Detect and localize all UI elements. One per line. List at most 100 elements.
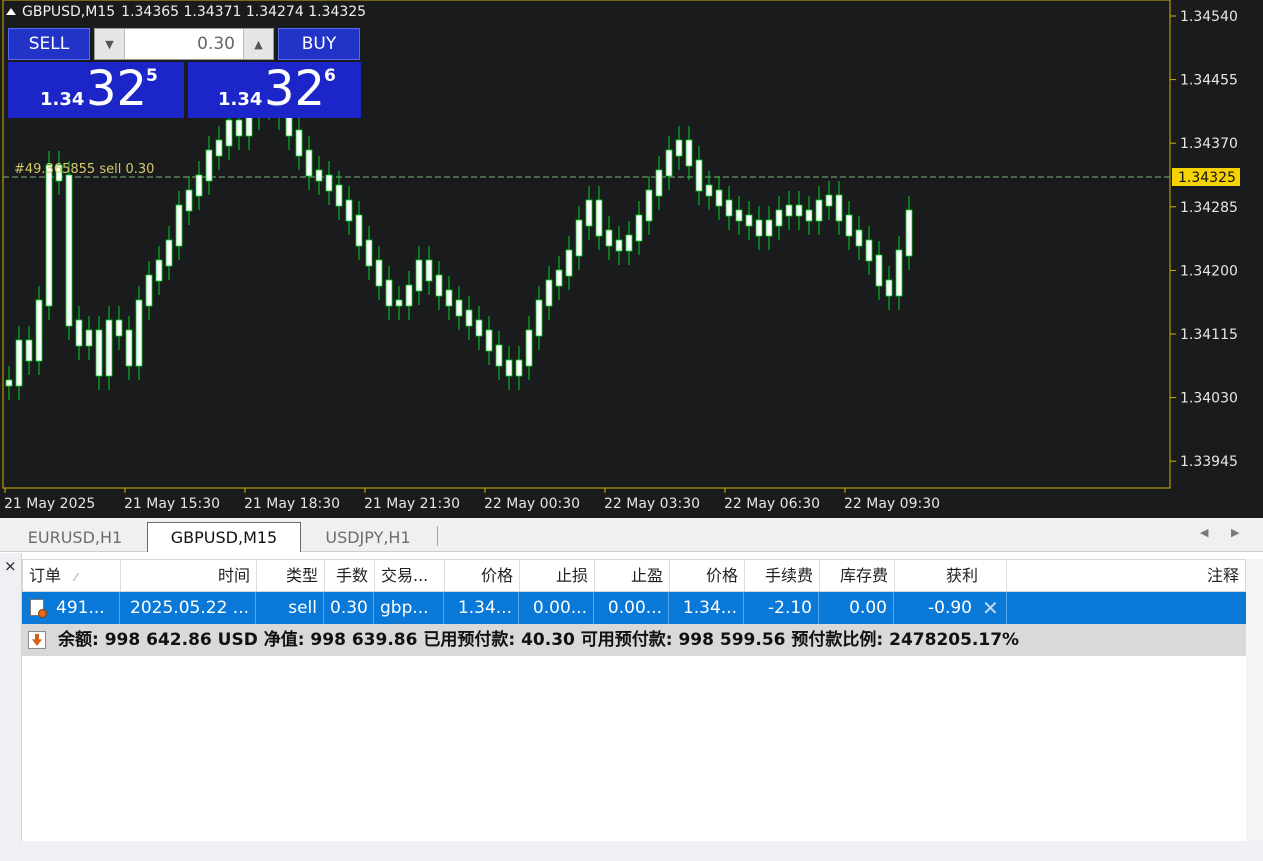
candle-body bbox=[325, 174, 333, 192]
candle-body bbox=[125, 329, 133, 367]
candle-body bbox=[885, 279, 893, 297]
candle-body bbox=[545, 279, 553, 307]
candle-body bbox=[35, 299, 43, 362]
price-chart[interactable]: 1.34540 1.34455 1.34370 1.34285 1.34200 1.341… bbox=[0, 0, 1263, 518]
cell-current-price: 1.34... bbox=[669, 592, 744, 624]
candle-body bbox=[735, 209, 743, 222]
sell-price-point: 5 bbox=[146, 66, 158, 86]
tab-separator bbox=[437, 526, 438, 546]
candle-body bbox=[135, 299, 143, 367]
close-order-icon[interactable]: ✕ bbox=[982, 592, 999, 624]
col-stop-loss[interactable]: 止损 bbox=[520, 560, 595, 591]
candle-body bbox=[725, 199, 733, 217]
sell-order-icon bbox=[30, 599, 47, 618]
sell-button[interactable]: SELL bbox=[8, 28, 90, 60]
candle-body bbox=[435, 274, 443, 297]
lot-stepper[interactable]: ▼ 0.30 ▲ bbox=[94, 28, 274, 60]
time-tick-label: 21 May 2025 bbox=[4, 496, 95, 512]
candle-body bbox=[335, 184, 343, 207]
candle-body bbox=[895, 249, 903, 297]
col-commission[interactable]: 手续费 bbox=[745, 560, 820, 591]
cell-profit: -0.90 bbox=[928, 598, 972, 618]
candle-body bbox=[665, 149, 673, 177]
col-volume[interactable]: 手数 bbox=[325, 560, 375, 591]
candle-body bbox=[65, 174, 73, 327]
candle-body bbox=[375, 259, 383, 287]
candle-body bbox=[355, 214, 363, 247]
candle-body bbox=[795, 204, 803, 217]
candle-body bbox=[75, 319, 83, 347]
candle-body bbox=[155, 259, 163, 282]
price-tick-label: 1.34115 bbox=[1180, 327, 1238, 343]
candle-body bbox=[505, 359, 513, 377]
col-current-price[interactable]: 价格 bbox=[670, 560, 745, 591]
candle-body bbox=[765, 219, 773, 237]
collapse-triangle-icon[interactable] bbox=[6, 7, 16, 15]
candle-body bbox=[15, 339, 23, 387]
col-symbol[interactable]: 交易... bbox=[375, 560, 445, 591]
balance-summary: 余额: 998 642.86 USD 净值: 998 639.86 已用预付款:… bbox=[58, 630, 1020, 650]
cell-volume: 0.30 bbox=[324, 592, 374, 624]
col-order[interactable]: 订单 ⁄ bbox=[23, 560, 121, 591]
buy-button[interactable]: BUY bbox=[278, 28, 360, 60]
col-swap[interactable]: 库存费 bbox=[820, 560, 895, 591]
chart-tab-bar: EURUSD,H1 GBPUSD,M15 USDJPY,H1 ◀ ▶ bbox=[0, 518, 1263, 552]
candle-body bbox=[455, 299, 463, 317]
balance-icon bbox=[28, 631, 46, 649]
cell-swap: 0.00 bbox=[819, 592, 894, 624]
column-divider bbox=[1006, 592, 1007, 624]
col-take-profit[interactable]: 止盈 bbox=[595, 560, 670, 591]
col-profit[interactable]: 获利 bbox=[895, 560, 1007, 591]
candle-body bbox=[715, 189, 723, 207]
candle-body bbox=[315, 169, 323, 182]
candle-body bbox=[535, 299, 543, 337]
close-icon[interactable]: × bbox=[4, 557, 17, 575]
price-tick-label: 1.33945 bbox=[1180, 454, 1238, 470]
table-row[interactable]: 491... 2025.05.22 ... sell 0.30 gbp... 1… bbox=[22, 592, 1246, 624]
candle-body bbox=[115, 319, 123, 337]
toolbox-panel: × 订单 ⁄ 时间 类型 手数 交易... 价格 止损 止盈 价格 手续费 库存费… bbox=[0, 553, 1263, 861]
candle-body bbox=[85, 329, 93, 347]
lot-increase-icon[interactable]: ▲ bbox=[243, 29, 273, 59]
candle-body bbox=[495, 344, 503, 367]
time-tick-label: 21 May 21:30 bbox=[364, 496, 460, 512]
candle-body bbox=[345, 199, 353, 222]
time-tick-label: 22 May 00:30 bbox=[484, 496, 580, 512]
mt-terminal-window: 1.34540 1.34455 1.34370 1.34285 1.34200 1.341… bbox=[0, 0, 1263, 861]
candle-body bbox=[405, 284, 413, 307]
tab-gbpusd-m15[interactable]: GBPUSD,M15 bbox=[147, 522, 301, 552]
col-open-price[interactable]: 价格 bbox=[445, 560, 520, 591]
sell-price-pips: 32 bbox=[86, 61, 148, 117]
candle-body bbox=[515, 359, 523, 377]
candle-body bbox=[835, 194, 843, 222]
lot-decrease-icon[interactable]: ▼ bbox=[95, 29, 125, 59]
chart-symbol: GBPUSD,M15 bbox=[22, 4, 116, 20]
price-tick-label: 1.34200 bbox=[1180, 263, 1238, 279]
candle-body bbox=[635, 214, 643, 242]
cell-symbol: gbp... bbox=[374, 592, 444, 624]
vertical-scrollbar[interactable] bbox=[1246, 559, 1263, 841]
candle-body bbox=[5, 379, 13, 387]
tab-usdjpy-h1[interactable]: USDJPY,H1 bbox=[306, 522, 430, 552]
candle-body bbox=[595, 199, 603, 237]
candle-body bbox=[95, 329, 103, 377]
candle-body bbox=[865, 239, 873, 262]
cell-commission: -2.10 bbox=[744, 592, 819, 624]
candle-body bbox=[845, 214, 853, 237]
col-time[interactable]: 时间 bbox=[121, 560, 257, 591]
chart-ohlc: 1.34365 1.34371 1.34274 1.34325 bbox=[121, 4, 367, 20]
buy-price-button[interactable]: 1.34 32 6 bbox=[188, 61, 361, 118]
lot-input[interactable]: 0.30 bbox=[125, 29, 243, 59]
chart-header: GBPUSD,M15 1.34365 1.34371 1.34274 1.343… bbox=[6, 4, 366, 20]
candle-body bbox=[555, 269, 563, 287]
col-type[interactable]: 类型 bbox=[257, 560, 325, 591]
tab-eurusd-h1[interactable]: EURUSD,H1 bbox=[10, 522, 140, 552]
balance-row: 余额: 998 642.86 USD 净值: 998 639.86 已用预付款:… bbox=[22, 624, 1246, 656]
tab-scroll-right-icon[interactable]: ▶ bbox=[1231, 526, 1239, 539]
candle-body bbox=[605, 229, 613, 247]
cell-type: sell bbox=[256, 592, 324, 624]
candle-body bbox=[755, 219, 763, 237]
sell-price-button[interactable]: 1.34 32 5 bbox=[8, 61, 184, 118]
col-comment[interactable]: 注释 bbox=[1007, 560, 1245, 591]
tab-scroll-left-icon[interactable]: ◀ bbox=[1200, 526, 1208, 539]
